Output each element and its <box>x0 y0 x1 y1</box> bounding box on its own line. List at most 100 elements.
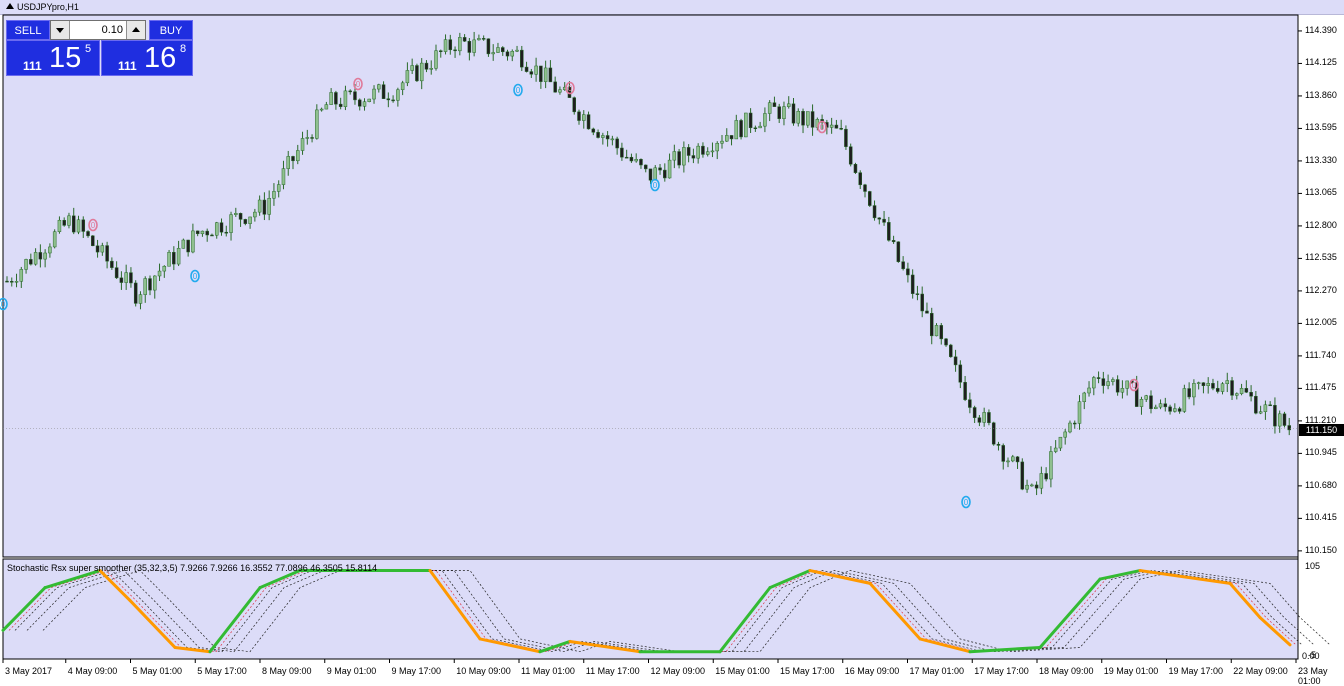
candle-body <box>29 259 33 265</box>
bid-price-button[interactable]: 111 15 5 <box>6 40 100 76</box>
signal-marker-label: 0 <box>964 498 969 507</box>
candle-body <box>1163 403 1168 408</box>
candle-body <box>796 111 801 124</box>
candle-body <box>205 230 209 236</box>
candle-body <box>1044 473 1048 480</box>
candle-body <box>353 91 357 101</box>
candle-body <box>1173 408 1177 412</box>
ask-price-button[interactable]: 111 16 8 <box>101 40 193 76</box>
time-axis-label: 11 May 01:00 <box>521 666 575 676</box>
candle-body <box>1125 380 1129 389</box>
candle-body <box>515 49 519 52</box>
candle-body <box>872 205 877 219</box>
candle-body <box>543 67 548 82</box>
lot-size-value[interactable]: 0.10 <box>102 24 123 36</box>
candle-body <box>143 278 147 295</box>
time-axis-label: 5 May 01:00 <box>132 666 183 676</box>
candle-body <box>396 89 400 101</box>
time-axis-label: 15 May 17:00 <box>780 666 835 676</box>
signal-marker-label: 0 <box>653 181 658 190</box>
candle-body <box>1087 387 1091 394</box>
candle-body <box>481 38 486 40</box>
candle-body <box>1177 408 1182 412</box>
candle-body <box>424 62 429 70</box>
candle-body <box>243 219 248 224</box>
signal-marker-label: 0 <box>1132 381 1137 390</box>
candle-body <box>887 222 891 241</box>
price-axis-label: 111.740 <box>1305 349 1337 360</box>
candle-body <box>991 422 996 445</box>
candle-body <box>1144 395 1148 400</box>
one-click-trading-panel: SELL 0.10 BUY 111 15 5 111 16 8 <box>6 20 193 76</box>
candle-body <box>338 103 343 107</box>
candle-body <box>1235 393 1239 396</box>
candle-body <box>634 159 638 162</box>
candle-body <box>1201 382 1206 386</box>
ask-price-big: 16 <box>144 42 177 74</box>
candle-body <box>810 111 815 128</box>
candle-body <box>410 65 414 71</box>
price-axis-label: 112.005 <box>1305 317 1337 328</box>
candle-body <box>1001 445 1005 462</box>
candle-body <box>1030 484 1034 487</box>
lot-decrease-icon[interactable] <box>51 21 70 39</box>
candle-body <box>262 199 267 215</box>
candle-body <box>610 138 615 141</box>
candle-body <box>882 218 886 223</box>
candle-body <box>605 135 610 140</box>
signal-marker-label: 0 <box>91 221 96 230</box>
candle-body <box>801 111 805 126</box>
candle-body <box>1192 383 1196 398</box>
candle-body <box>1187 388 1191 398</box>
candle-body <box>648 168 653 181</box>
candle-body <box>782 106 786 119</box>
candle-body <box>691 155 696 159</box>
candle-body <box>1039 473 1044 489</box>
candle-body <box>1239 388 1244 394</box>
candle-body <box>162 265 167 272</box>
signal-marker-label: 0 <box>516 86 521 95</box>
indicator-max-label: 105 <box>1305 561 1321 571</box>
candle-body <box>772 102 777 107</box>
candle-body <box>1020 461 1025 490</box>
signal-marker-label: 0 <box>1 300 6 309</box>
main-chart-area <box>2 14 1299 558</box>
candle-body <box>1058 436 1063 449</box>
candle-body <box>148 278 152 291</box>
candle-body <box>1025 484 1029 490</box>
signal-marker-label: 0 <box>356 80 361 89</box>
candle-body <box>1053 447 1058 452</box>
candle-body <box>582 114 586 121</box>
price-axis-label: 113.330 <box>1305 154 1337 165</box>
candle-body <box>1092 377 1096 389</box>
candle-body <box>696 145 700 159</box>
candle-body <box>1268 404 1272 407</box>
time-axis-label: 10 May 09:00 <box>456 666 511 676</box>
candle-body <box>71 215 76 233</box>
candle-body <box>491 52 495 55</box>
lot-size-field[interactable]: 0.10 <box>50 20 146 40</box>
candle-body <box>829 124 834 128</box>
sell-button[interactable]: SELL <box>6 20 50 40</box>
candle-body <box>987 412 991 424</box>
candle-body <box>362 101 367 107</box>
price-chart[interactable]: 0 0 0 0 0 0 0 0 0 0 <box>0 0 1344 682</box>
candle-body <box>739 120 743 138</box>
lot-increase-icon[interactable] <box>126 21 145 39</box>
candle-body <box>834 124 839 129</box>
candle-body <box>33 252 38 265</box>
candle-body <box>1011 456 1015 462</box>
candle-body <box>896 241 901 262</box>
candle-body <box>319 108 324 111</box>
candle-body <box>672 151 677 161</box>
buy-button[interactable]: BUY <box>149 20 193 40</box>
candle-body <box>67 215 71 226</box>
candle-body <box>910 274 915 294</box>
candle-body <box>1196 382 1201 384</box>
candle-body <box>734 120 739 140</box>
candle-body <box>920 293 924 312</box>
price-axis-label: 110.415 <box>1305 512 1337 523</box>
signal-marker-label: 0 <box>193 272 198 281</box>
price-axis-label: 110.150 <box>1305 544 1337 555</box>
candle-body <box>686 147 691 156</box>
